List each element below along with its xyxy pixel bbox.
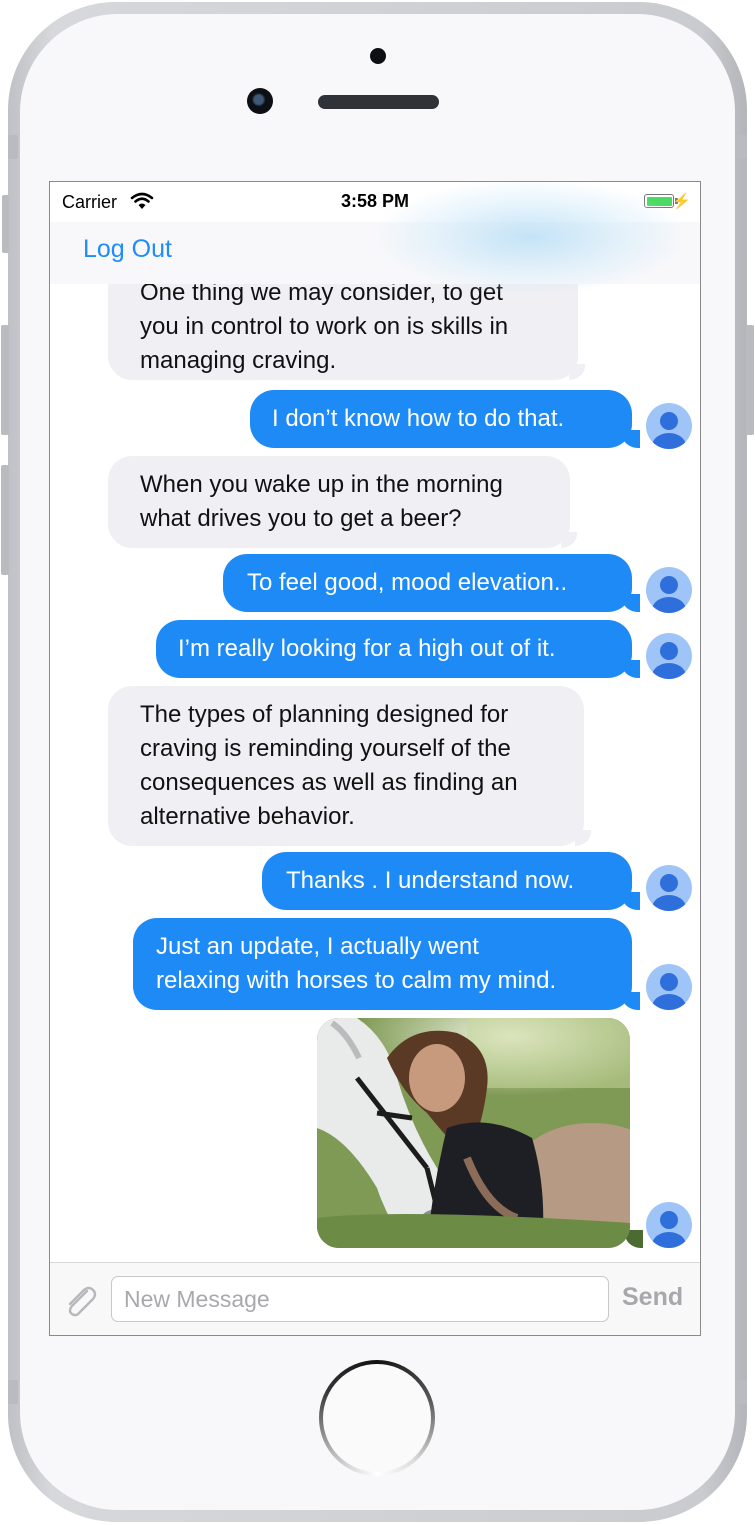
frame-band-right-top [737,135,747,159]
volume-down-button [1,465,9,575]
message-line: you in control to work on is skills in [140,313,509,340]
image-message[interactable] [317,1018,630,1248]
message-line: I don’t know how to do that. [272,405,565,432]
message-line: craving is reminding yourself of the [140,735,511,762]
outgoing-message: To feel good, mood elevation.. [223,554,640,612]
user-avatar [646,964,692,1010]
message-line: managing craving. [140,347,337,374]
message-line: When you wake up in the morning [140,471,503,498]
message-line: alternative behavior. [140,803,355,830]
home-button[interactable] [319,1360,435,1476]
volume-up-button [1,325,9,435]
user-avatar [646,1202,692,1248]
outgoing-message: I don’t know how to do that. [250,390,640,448]
frame-band-left-bottom [8,1380,18,1404]
user-avatar [646,865,692,911]
message-list[interactable]: One thing we may consider, to get you in… [50,284,700,1262]
paperclip-icon[interactable] [62,1283,100,1319]
incoming-message: When you wake up in the morning what dri… [108,456,577,548]
message-line: To feel good, mood elevation.. [247,569,568,596]
outgoing-message: Just an update, I actually went relaxing… [133,918,640,1010]
message-line: consequences as well as finding an [140,769,518,796]
power-button [746,325,754,435]
message-line: Just an update, I actually went [156,933,479,960]
front-camera [247,88,273,114]
nav-highlight [380,182,680,292]
message-line: what drives you to get a beer? [140,505,462,532]
frame-band-right-bottom [737,1380,747,1404]
message-line: relaxing with horses to calm my mind. [156,967,557,994]
message-composer: Send [50,1262,700,1335]
horse-photo-image [317,1018,630,1248]
frame-band-left-top [8,135,18,159]
outgoing-message: I’m really looking for a high out of it. [156,620,640,678]
mute-switch [2,195,9,253]
message-line: The types of planning designed for [140,701,509,728]
user-avatar [646,633,692,679]
app-screen: Carrier 3:58 PM ⚡ Log Out One thing we m… [49,181,701,1336]
proximity-sensor [370,48,386,64]
send-button[interactable]: Send [622,1283,683,1312]
message-line: Thanks . I understand now. [286,867,575,894]
new-message-input[interactable] [111,1276,609,1322]
outgoing-message: Thanks . I understand now. [262,852,640,910]
message-line: I’m really looking for a high out of it. [178,635,556,662]
user-avatar [646,567,692,613]
user-avatar [646,403,692,449]
log-out-button[interactable]: Log Out [83,235,172,264]
incoming-message: One thing we may consider, to get you in… [108,284,585,380]
incoming-message: The types of planning designed for cravi… [108,686,591,846]
earpiece-speaker [318,95,439,109]
navigation-bar: Log Out [50,182,700,292]
